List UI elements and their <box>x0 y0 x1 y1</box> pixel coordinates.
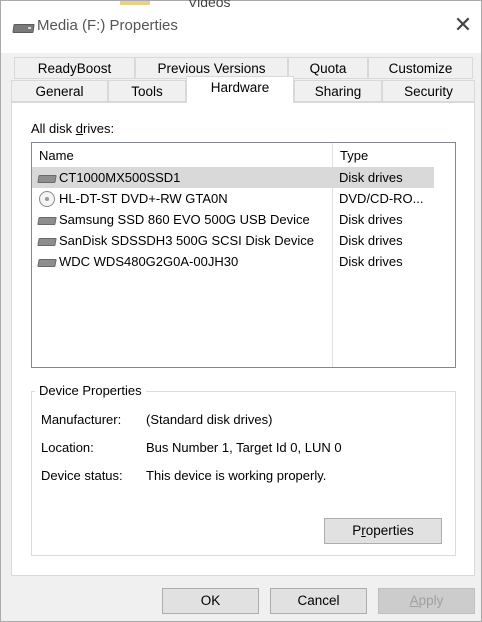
drive-type: DVD/CD-RO... <box>339 191 424 206</box>
drive-type: Disk drives <box>339 233 403 248</box>
close-icon[interactable]: ✕ <box>451 13 475 37</box>
drive-type: Disk drives <box>339 212 403 227</box>
disk-drive-icon <box>37 217 57 225</box>
tab-customize[interactable]: Customize <box>368 57 473 79</box>
list-item[interactable]: SanDisk SDSSDH3 500G SCSI Disk Device Di… <box>32 230 434 251</box>
device-status-label: Device status: <box>41 468 123 483</box>
drive-name: Samsung SSD 860 EVO 500G USB Device <box>59 212 310 227</box>
location-value: Bus Number 1, Target Id 0, LUN 0 <box>146 440 342 455</box>
column-header-type[interactable]: Type <box>333 143 455 168</box>
drive-icon <box>12 24 35 33</box>
tab-security[interactable]: Security <box>382 80 475 102</box>
tab-general[interactable]: General <box>11 80 108 102</box>
drive-name: SanDisk SDSSDH3 500G SCSI Disk Device <box>59 233 315 248</box>
tab-tools[interactable]: Tools <box>108 80 186 102</box>
drive-type: Disk drives <box>339 254 403 269</box>
drive-name: WDC WDS480G2G0A-00JH30 <box>59 254 239 269</box>
disk-drive-icon <box>37 175 57 183</box>
manufacturer-label: Manufacturer: <box>41 412 122 427</box>
window-title: Media (F:) Properties <box>37 17 178 34</box>
list-item[interactable]: HL-DT-ST DVD+-RW GTA0N DVD/CD-RO... <box>32 188 434 209</box>
tab-hardware[interactable]: Hardware <box>186 76 294 103</box>
manufacturer-value: (Standard disk drives) <box>146 412 273 427</box>
list-item[interactable]: Samsung SSD 860 EVO 500G USB Device Disk… <box>32 209 434 230</box>
background-window-text: Videos <box>188 0 231 10</box>
column-header-name[interactable]: Name <box>32 143 332 168</box>
disk-drive-icon <box>37 238 57 246</box>
background-folder-icon <box>120 1 150 5</box>
tab-sharing[interactable]: Sharing <box>294 80 382 102</box>
device-status-value: This device is working properly. <box>146 468 327 483</box>
title-bar[interactable]: Videos Media (F:) Properties ✕ <box>1 0 481 53</box>
all-disk-drives-label: All disk drives: <box>31 121 115 136</box>
list-item[interactable]: CT1000MX500SSD1 Disk drives <box>32 167 434 188</box>
cancel-button[interactable]: Cancel <box>270 588 367 614</box>
disk-drive-icon <box>37 259 57 267</box>
device-properties-title: Device Properties <box>35 383 146 398</box>
location-label: Location: <box>41 440 94 455</box>
drive-name: HL-DT-ST DVD+-RW GTA0N <box>59 191 228 206</box>
properties-button[interactable]: Properties <box>324 518 442 544</box>
list-item[interactable]: WDC WDS480G2G0A-00JH30 Disk drives <box>32 251 434 272</box>
properties-dialog: Videos Media (F:) Properties ✕ ReadyBoos… <box>0 0 482 622</box>
ok-button[interactable]: OK <box>162 588 259 614</box>
tab-readyboost[interactable]: ReadyBoost <box>14 57 135 79</box>
drive-name: CT1000MX500SSD1 <box>59 170 181 185</box>
disk-drives-list[interactable]: Name Type CT1000MX500SSD1 Disk drives HL… <box>31 142 456 368</box>
optical-drive-icon <box>39 191 55 207</box>
drive-type: Disk drives <box>339 170 403 185</box>
tab-quota[interactable]: Quota <box>288 57 368 79</box>
apply-button[interactable]: Apply <box>378 588 475 614</box>
